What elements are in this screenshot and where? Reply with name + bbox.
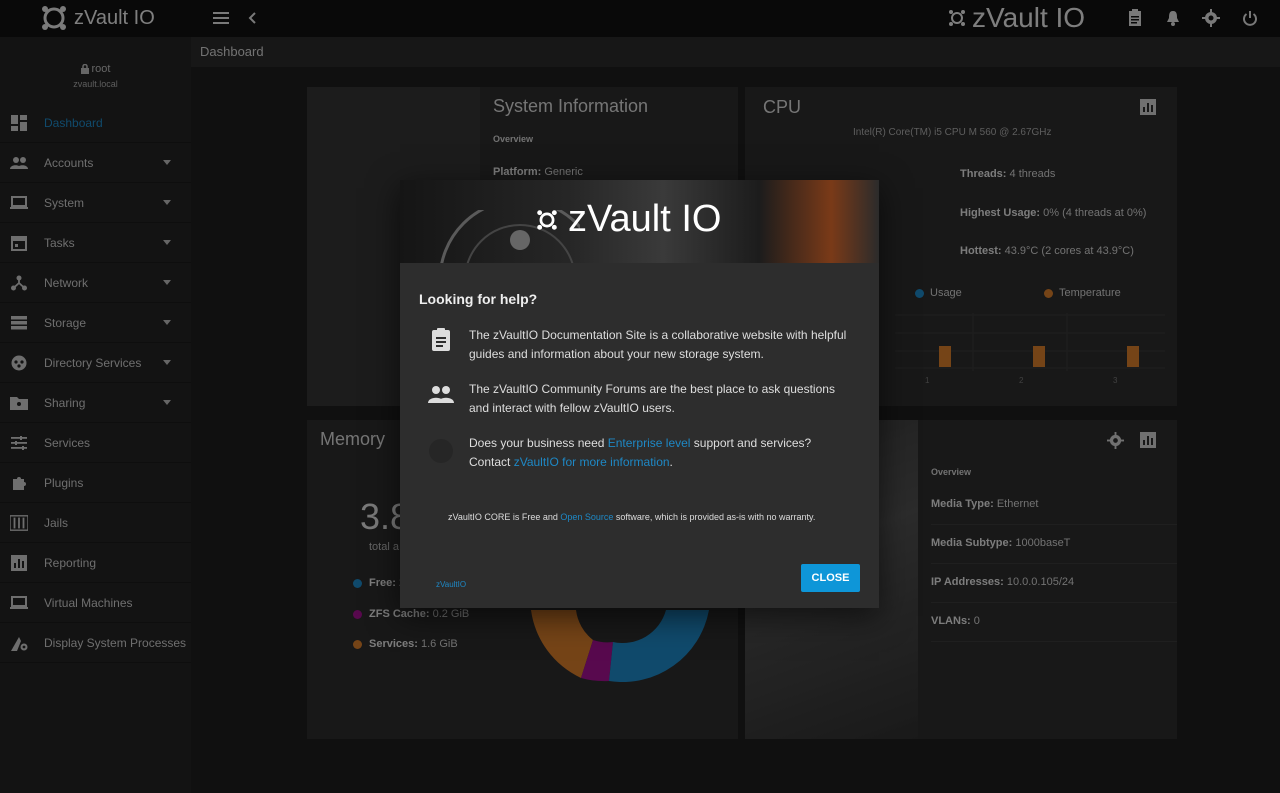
contact-link[interactable]: zVaultIO for more information (514, 455, 670, 469)
dialog-logo: zVault IO (536, 198, 721, 241)
dialog-header-banner: zVault IO (400, 180, 879, 263)
license-text: zVaultIO CORE is Free and Open Source so… (448, 512, 815, 522)
enterprise-level-link[interactable]: Enterprise level (608, 436, 691, 450)
contact-post: . (669, 455, 673, 469)
business-icon (429, 439, 453, 463)
clipboard-doc-icon (432, 328, 450, 351)
enterprise-pre: Does your business need (469, 436, 608, 450)
enterprise-post: support and services? (690, 436, 812, 450)
enterprise-text: Does your business need Enterprise level… (469, 434, 854, 472)
dialog-title: Looking for help? (419, 291, 538, 307)
close-button[interactable]: CLOSE (801, 564, 860, 592)
dialog-logo-icon (537, 209, 557, 230)
help-dialog: zVault IO Looking for help? The zVaultIO… (400, 180, 879, 608)
license-pre: zVaultIO CORE is Free and (448, 512, 561, 522)
zvault-footer-link[interactable]: zVaultIO (436, 580, 466, 589)
open-source-link[interactable]: Open Source (560, 512, 613, 522)
contact-pre: Contact (469, 455, 514, 469)
documentation-text: The zVaultIO Documentation Site is a col… (469, 328, 847, 361)
forum-text: The zVaultIO Community Forums are the be… (469, 382, 835, 415)
license-post: software, which is provided as-is with n… (613, 512, 816, 522)
dialog-brand-text: zVault IO (568, 198, 722, 240)
community-people-icon (428, 386, 454, 403)
